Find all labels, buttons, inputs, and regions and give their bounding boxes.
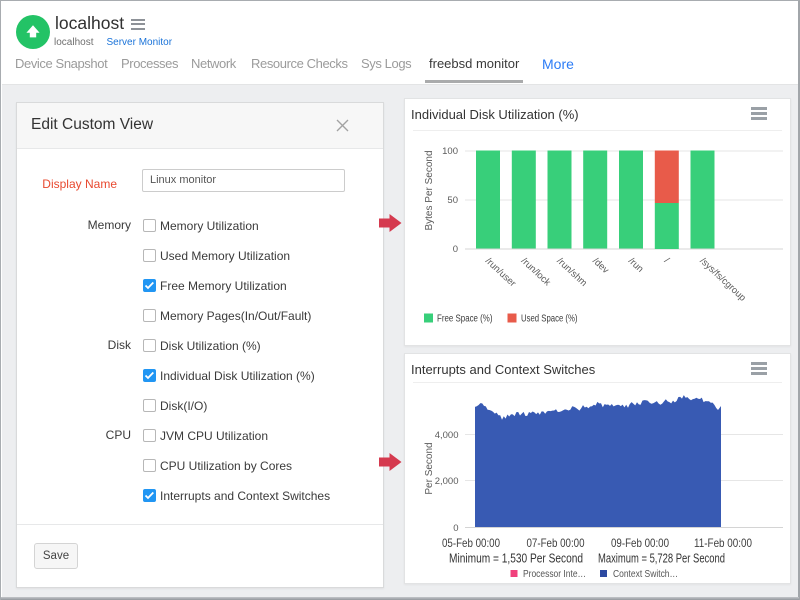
svg-text:Per Second: Per Second [424, 442, 435, 494]
svg-text:Context Switch…: Context Switch… [613, 569, 678, 580]
svg-text:50: 50 [447, 195, 458, 206]
svg-text:0: 0 [453, 523, 458, 534]
svg-text:0: 0 [453, 244, 458, 255]
svg-text:4,000: 4,000 [435, 430, 459, 441]
svg-text:/run/user: /run/user [483, 256, 518, 290]
svg-text:/: / [662, 256, 672, 266]
svg-text:Processor Inte…: Processor Inte… [523, 569, 586, 580]
svg-text:Maximum = 5,728 Per Second: Maximum = 5,728 Per Second [598, 552, 725, 566]
svg-text:07-Feb 00:00: 07-Feb 00:00 [527, 536, 585, 550]
svg-text:09-Feb 00:00: 09-Feb 00:00 [611, 536, 669, 550]
svg-text:2,000: 2,000 [435, 476, 459, 487]
svg-text:11-Feb 00:00: 11-Feb 00:00 [694, 536, 752, 550]
svg-text:Minimum = 1,530 Per Second: Minimum = 1,530 Per Second [449, 552, 583, 566]
svg-text:/sys/fs/cgroup: /sys/fs/cgroup [697, 256, 747, 304]
svg-text:Bytes Per Second: Bytes Per Second [424, 150, 435, 230]
svg-text:/run/lock: /run/lock [519, 256, 553, 289]
svg-text:/dev: /dev [590, 256, 611, 276]
svg-text:05-Feb 00:00: 05-Feb 00:00 [442, 536, 500, 550]
svg-text:/run: /run [626, 256, 645, 275]
svg-text:Used Space (%): Used Space (%) [521, 314, 578, 325]
svg-text:100: 100 [442, 146, 458, 157]
svg-text:Free Space (%): Free Space (%) [437, 314, 493, 325]
svg-text:/run/shm: /run/shm [554, 256, 589, 289]
